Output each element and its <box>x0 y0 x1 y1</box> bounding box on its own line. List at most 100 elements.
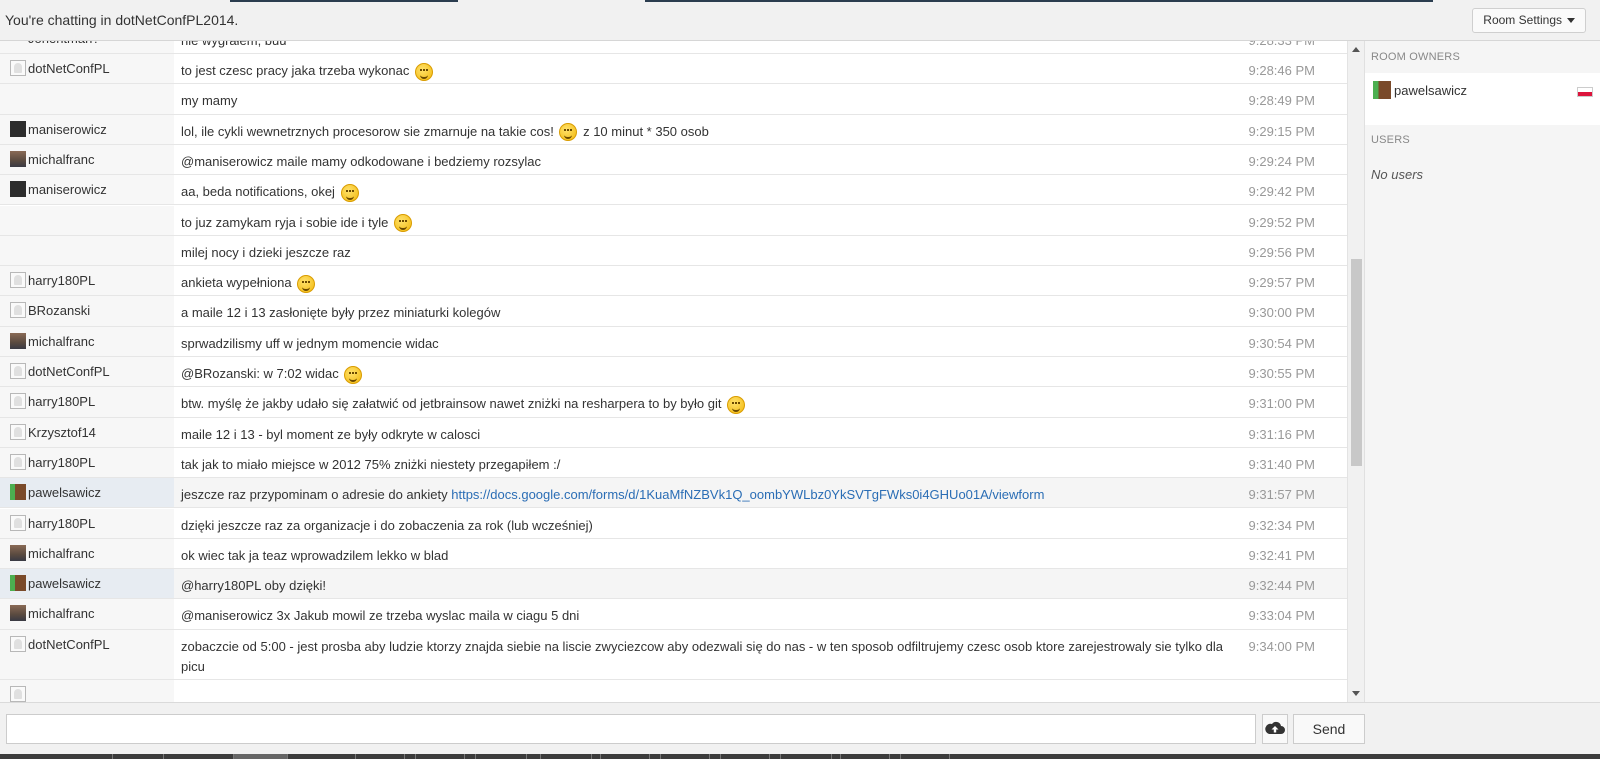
message-row[interactable]: my mamy 9:28:49 PM <box>0 84 1347 115</box>
message-row[interactable]: michalfranc @maniserowicz maile mamy odko… <box>0 144 1347 176</box>
message-text: maile 12 i 13 - byl moment ze były odkry… <box>181 425 1241 445</box>
message-username[interactable]: dotNetConfPL <box>28 637 110 652</box>
message-text-content: to jest czesc pracy jaka trzeba wykonac <box>181 63 410 78</box>
message-row[interactable]: michalfranc sprwadzilismy uff w jednym mo… <box>0 326 1347 357</box>
scroll-down-arrow-icon[interactable] <box>1352 691 1360 696</box>
message-row[interactable]: dotNetConfPL zobaczcie od 5:00 - jest pro… <box>0 629 1347 680</box>
avatar[interactable] <box>10 605 26 622</box>
owner-name[interactable]: pawelsawicz <box>1394 83 1467 98</box>
taskbar-item[interactable] <box>233 754 288 759</box>
taskbar-item[interactable] <box>600 754 650 759</box>
message-row[interactable] <box>0 679 1347 702</box>
message-row[interactable]: Jonentman? nie wygrałem, buu 9:28:33 PM <box>0 41 1347 54</box>
avatar[interactable] <box>10 363 26 379</box>
avatar[interactable] <box>10 635 26 652</box>
send-button[interactable]: Send <box>1293 714 1365 744</box>
taskbar-item[interactable] <box>840 754 890 759</box>
message-username[interactable]: harry180PL <box>28 273 95 288</box>
message-username[interactable]: Jonentman? <box>28 41 100 46</box>
message-row[interactable]: pawelsawicz @harry180PL oby dzięki! 9:32:4… <box>0 569 1347 600</box>
taskbar-item[interactable] <box>780 754 832 759</box>
message-row[interactable]: harry180PL tak jak to miało miejsce w 201… <box>0 447 1347 479</box>
avatar[interactable] <box>10 575 26 592</box>
taskbar-item[interactable] <box>415 754 465 759</box>
message-row[interactable]: dotNetConfPL @BRozanski: w 7:02 widac 9:3… <box>0 357 1347 388</box>
smiley-icon <box>297 274 316 293</box>
avatar[interactable] <box>10 181 26 198</box>
scroll-thumb[interactable] <box>1351 259 1362 466</box>
message-row[interactable]: michalfranc ok wiec tak ja teaz wprowadzi… <box>0 538 1347 570</box>
avatar[interactable] <box>10 685 26 702</box>
message-row[interactable]: pawelsawicz jeszcze raz przypominam o adr… <box>0 478 1347 509</box>
taskbar-item[interactable] <box>475 754 527 759</box>
taskbar-item[interactable] <box>720 754 770 759</box>
avatar[interactable] <box>10 150 26 167</box>
message-text-content: @harry180PL oby dzięki! <box>181 578 326 594</box>
message-input[interactable] <box>6 714 1256 744</box>
taskbar-strip <box>0 754 1600 759</box>
message-row[interactable]: milej nocy i dzieki jeszcze raz 9:29:56 P… <box>0 235 1347 267</box>
message-user-column <box>0 235 174 266</box>
message-text: jeszcze raz przypominam o adresie do ank… <box>181 485 1241 505</box>
room-settings-button[interactable]: Room Settings <box>1472 8 1586 33</box>
message-text: @BRozanski: w 7:02 widac <box>181 364 1241 384</box>
message-username[interactable]: maniserowicz <box>28 182 107 197</box>
message-timestamp: 9:34:00 PM <box>1248 638 1316 654</box>
message-row[interactable]: michalfranc @maniserowicz 3x Jakub mowil … <box>0 599 1347 630</box>
message-row[interactable]: Krzysztof14 maile 12 i 13 - byl moment ze… <box>0 417 1347 448</box>
message-username[interactable]: pawelsawicz <box>28 576 101 591</box>
top-accent-right <box>645 0 1433 2</box>
message-username[interactable]: BRozanski <box>28 303 90 318</box>
message-row[interactable]: to juz zamykam ryja i sobie ide i tyle 9… <box>0 205 1347 236</box>
owner-list-item[interactable]: pawelsawicz <box>1365 73 1600 125</box>
upload-button[interactable] <box>1262 714 1288 744</box>
message-timestamp: 9:29:15 PM <box>1248 123 1316 139</box>
scroll-up-arrow-icon[interactable] <box>1352 47 1360 52</box>
room-title: You're chatting in dotNetConfPL2014. <box>5 12 239 28</box>
message-username[interactable]: harry180PL <box>28 455 95 470</box>
message-username[interactable]: Krzysztof14 <box>28 425 96 440</box>
message-username[interactable]: harry180PL <box>28 516 95 531</box>
message-username[interactable]: michalfranc <box>28 334 94 349</box>
avatar[interactable] <box>10 302 26 319</box>
taskbar-item[interactable] <box>900 754 950 759</box>
avatar[interactable] <box>10 60 26 76</box>
smiley-icon <box>559 123 578 142</box>
avatar[interactable] <box>10 514 26 531</box>
taskbar-item[interactable] <box>112 754 164 759</box>
message-row[interactable]: maniserowicz aa, beda notifications, okej… <box>0 175 1347 206</box>
top-accent-left <box>230 0 458 2</box>
avatar[interactable] <box>10 484 26 501</box>
message-row[interactable]: dotNetConfPL to jest czesc pracy jaka trz… <box>0 54 1347 85</box>
message-row[interactable]: maniserowicz lol, ile cykli wewnetrznych … <box>0 114 1347 145</box>
avatar[interactable] <box>10 393 26 410</box>
avatar[interactable] <box>10 332 26 349</box>
message-list[interactable]: Jonentman? nie wygrałem, buu 9:28:33 PM dot… <box>0 41 1350 702</box>
taskbar-item[interactable] <box>660 754 710 759</box>
message-username[interactable]: pawelsawicz <box>28 485 101 500</box>
message-row[interactable]: harry180PL dzięki jeszcze raz za organiza… <box>0 508 1347 539</box>
message-username[interactable]: harry180PL <box>28 394 95 409</box>
message-username[interactable]: michalfranc <box>28 152 94 167</box>
message-row[interactable]: harry180PL ankieta wypełniona 9:29:57 PM <box>0 266 1347 297</box>
message-username[interactable]: maniserowicz <box>28 122 107 137</box>
message-text: ankieta wypełniona <box>181 273 1241 293</box>
avatar[interactable] <box>10 453 26 470</box>
message-username[interactable]: michalfranc <box>28 546 94 561</box>
avatar[interactable] <box>10 120 26 137</box>
avatar[interactable] <box>10 544 26 561</box>
message-text-content: tak jak to miało miejsce w 2012 75% zniż… <box>181 456 561 472</box>
taskbar-item[interactable] <box>355 754 405 759</box>
avatar[interactable] <box>10 423 26 440</box>
avatar[interactable] <box>10 272 26 289</box>
message-row[interactable]: BRozanski a maile 12 i 13 zasłonięte były… <box>0 296 1347 327</box>
message-username[interactable]: michalfranc <box>28 606 94 621</box>
message-timestamp: 9:29:42 PM <box>1248 184 1316 200</box>
message-link[interactable]: https://docs.google.com/forms/d/1KuaMfNZ… <box>451 487 1044 502</box>
message-username[interactable]: dotNetConfPL <box>28 61 110 76</box>
message-timestamp: 9:30:00 PM <box>1248 305 1316 321</box>
taskbar-item[interactable] <box>540 754 592 759</box>
message-scrollbar[interactable] <box>1347 41 1364 702</box>
message-username[interactable]: dotNetConfPL <box>28 364 110 379</box>
message-row[interactable]: harry180PL btw. myślę że jakby udało się … <box>0 387 1347 418</box>
